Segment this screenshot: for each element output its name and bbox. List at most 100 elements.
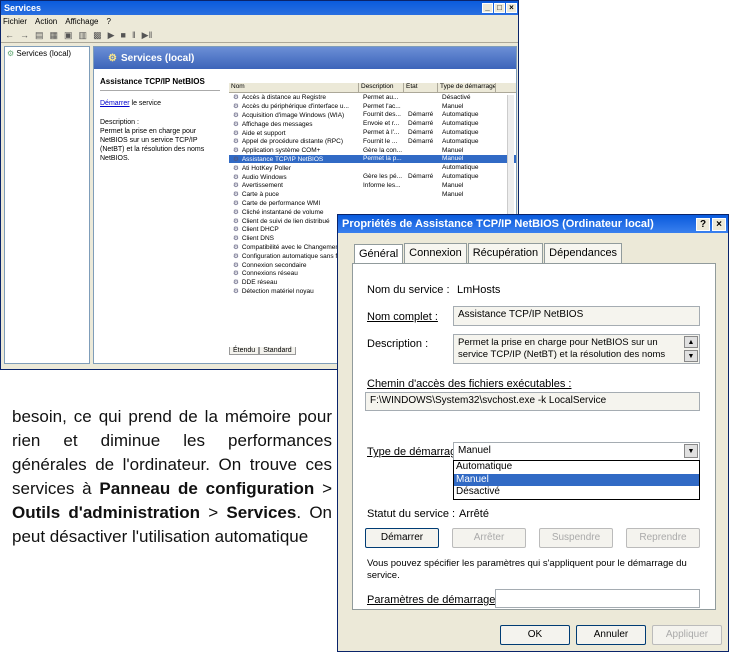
column-header-state[interactable]: État — [404, 83, 438, 92]
column-header-startup-type[interactable]: Type de démarrage — [438, 83, 496, 92]
description-label: Description : — [100, 119, 139, 126]
service-icon: ⚙ — [233, 138, 239, 146]
scroll-up-icon[interactable]: ▲ — [684, 336, 698, 348]
stop-icon[interactable]: ■ — [121, 30, 126, 40]
tree-item-services-local[interactable]: Services (local) — [16, 49, 71, 58]
service-name: ⚙ Accès à distance au Registre — [229, 93, 359, 101]
tab-connexion[interactable]: Connexion — [404, 243, 467, 263]
option-manuel[interactable]: Manuel — [454, 473, 699, 486]
display-name-field[interactable]: Assistance TCP/IP NetBIOS — [453, 306, 700, 326]
table-row[interactable]: ⚙ Acquisition d'image Windows (WIA) Fourni… — [229, 111, 516, 120]
service-state-text — [406, 182, 408, 189]
table-row[interactable]: ⚙ Appel de procédure distante (RPC) Fourni… — [229, 137, 516, 146]
service-state: Démarré — [404, 111, 438, 118]
maximize-button[interactable]: □ — [494, 3, 505, 13]
start-button[interactable]: Démarrer — [365, 528, 439, 548]
table-row[interactable]: ⚙ Carte à puce Manuel — [229, 190, 516, 199]
pause-icon[interactable]: ‖ — [132, 30, 136, 40]
path-control-panel: Panneau de configuration — [99, 479, 315, 498]
table-row[interactable]: ⚙ Accès à distance au Registre Permet au..… — [229, 93, 516, 102]
service-icon: ⚙ — [233, 94, 239, 102]
service-description — [359, 164, 404, 171]
stop-button[interactable]: Arrêter — [452, 528, 526, 548]
dialog-close-button[interactable]: × — [712, 217, 726, 231]
table-row[interactable]: ⚙ Affichage des messages Envoie et r... Dém… — [229, 119, 516, 128]
help-button[interactable]: ? — [696, 217, 710, 231]
service-state — [404, 182, 438, 189]
apply-button[interactable]: Appliquer — [652, 625, 722, 645]
restart-icon[interactable]: ▶‖ — [142, 30, 153, 41]
list-header: Nom Description État Type de démarrage — [229, 83, 516, 93]
tab-recuperation[interactable]: Récupération — [467, 243, 544, 263]
chevron-down-icon[interactable]: ▼ — [684, 444, 698, 458]
service-startup-type: Manuel — [438, 147, 496, 154]
service-name: ⚙ Affichage des messages — [229, 120, 359, 128]
description-field[interactable]: Permet la prise en charge pour NetBIOS s… — [453, 334, 700, 364]
export-icon[interactable]: ▥ — [79, 30, 88, 41]
console-icon[interactable]: ▤ — [35, 30, 44, 41]
service-startup-type: Automatique — [438, 111, 496, 118]
tab-standard[interactable]: Standard — [259, 347, 296, 355]
ok-button[interactable]: OK — [500, 625, 570, 645]
startup-type-value: Manuel — [458, 445, 491, 456]
service-state — [404, 103, 438, 110]
service-description: Permet l'ac... — [359, 103, 404, 110]
scroll-down-icon[interactable]: ▼ — [684, 350, 698, 362]
refresh-icon[interactable]: ▣ — [64, 30, 73, 41]
tab-dependances[interactable]: Dépendances — [544, 243, 623, 263]
table-row[interactable]: ⚙ Accès du périphérique d'interface u... P… — [229, 102, 516, 111]
table-row[interactable]: ⚙ Aide et support Permet à l'... Démarré Aut… — [229, 128, 516, 137]
table-row[interactable]: ⚙ Avertissement Informe les... Manuel — [229, 181, 516, 190]
option-desactive[interactable]: Désactivé — [454, 486, 699, 499]
table-row[interactable]: ⚙ Application système COM+ Gère la con... M… — [229, 146, 516, 155]
resume-button[interactable]: Reprendre — [626, 528, 700, 548]
service-name: ⚙ Audio Windows — [229, 173, 359, 181]
service-icon: ⚙ — [233, 147, 239, 155]
table-row[interactable]: ⚙ Assistance TCP/IP NetBIOS Permet la p...… — [229, 154, 516, 164]
service-state — [404, 199, 438, 206]
menu-help[interactable]: ? — [106, 17, 110, 26]
forward-icon[interactable]: → — [20, 30, 29, 40]
minimize-button[interactable]: _ — [482, 3, 493, 13]
dialog-titlebar: Propriétés de Assistance TCP/IP NetBIOS … — [338, 215, 728, 233]
service-description: Permet à l'... — [359, 129, 404, 136]
service-description-text: Permet au... — [363, 93, 399, 101]
service-name: ⚙ Carte à puce — [229, 190, 359, 198]
service-startup-type-text: Automatique — [442, 120, 479, 128]
service-name-text: Ati HotKey Poller — [241, 164, 291, 172]
path-field[interactable]: F:\WINDOWS\System32\svchost.exe -k Local… — [365, 392, 700, 411]
service-name-text: Client de suivi de lien distribué — [241, 217, 330, 225]
properties-icon[interactable]: ▦ — [50, 30, 59, 41]
menu-action[interactable]: Action — [35, 17, 57, 26]
help-icon[interactable]: ▩ — [93, 30, 102, 41]
service-state-text — [406, 147, 408, 154]
back-icon[interactable]: ← — [5, 30, 14, 40]
table-row[interactable]: ⚙ Ati HotKey Poller Automatique — [229, 163, 516, 172]
tab-etendu[interactable]: Étendu — [229, 347, 260, 355]
service-state-text — [406, 164, 408, 171]
service-name-label: Nom du service : — [367, 284, 450, 296]
play-icon[interactable]: ▶ — [108, 30, 115, 41]
start-service-link[interactable]: Démarrer — [100, 100, 130, 107]
close-button[interactable]: × — [506, 3, 517, 13]
table-row[interactable]: ⚙ Carte de performance WMI — [229, 199, 516, 208]
option-automatique[interactable]: Automatique — [454, 461, 699, 474]
table-row[interactable]: ⚙ Audio Windows Gère les pé... Démarré Autom… — [229, 172, 516, 181]
service-description — [359, 199, 404, 206]
startup-type-select[interactable]: Manuel ▼ — [453, 442, 700, 461]
params-input[interactable] — [495, 589, 700, 608]
service-startup-type: Automatique — [438, 129, 496, 136]
menu-affichage[interactable]: Affichage — [65, 17, 98, 26]
cancel-button[interactable]: Annuler — [576, 625, 646, 645]
service-state — [404, 147, 438, 154]
general-tab-body: Nom du service : LmHosts Nom complet : A… — [352, 263, 716, 610]
column-header-description[interactable]: Description — [359, 83, 404, 92]
service-state-text — [406, 199, 408, 206]
service-name: ⚙ Appel de procédure distante (RPC) — [229, 137, 359, 145]
service-description: Gère les pé... — [359, 173, 404, 180]
console-tree: ⚙ Services (local) — [4, 46, 90, 364]
pause-button[interactable]: Suspendre — [539, 528, 613, 548]
column-header-name[interactable]: Nom — [229, 83, 359, 92]
tab-general[interactable]: Général — [354, 244, 404, 264]
menu-fichier[interactable]: Fichier — [3, 17, 27, 26]
